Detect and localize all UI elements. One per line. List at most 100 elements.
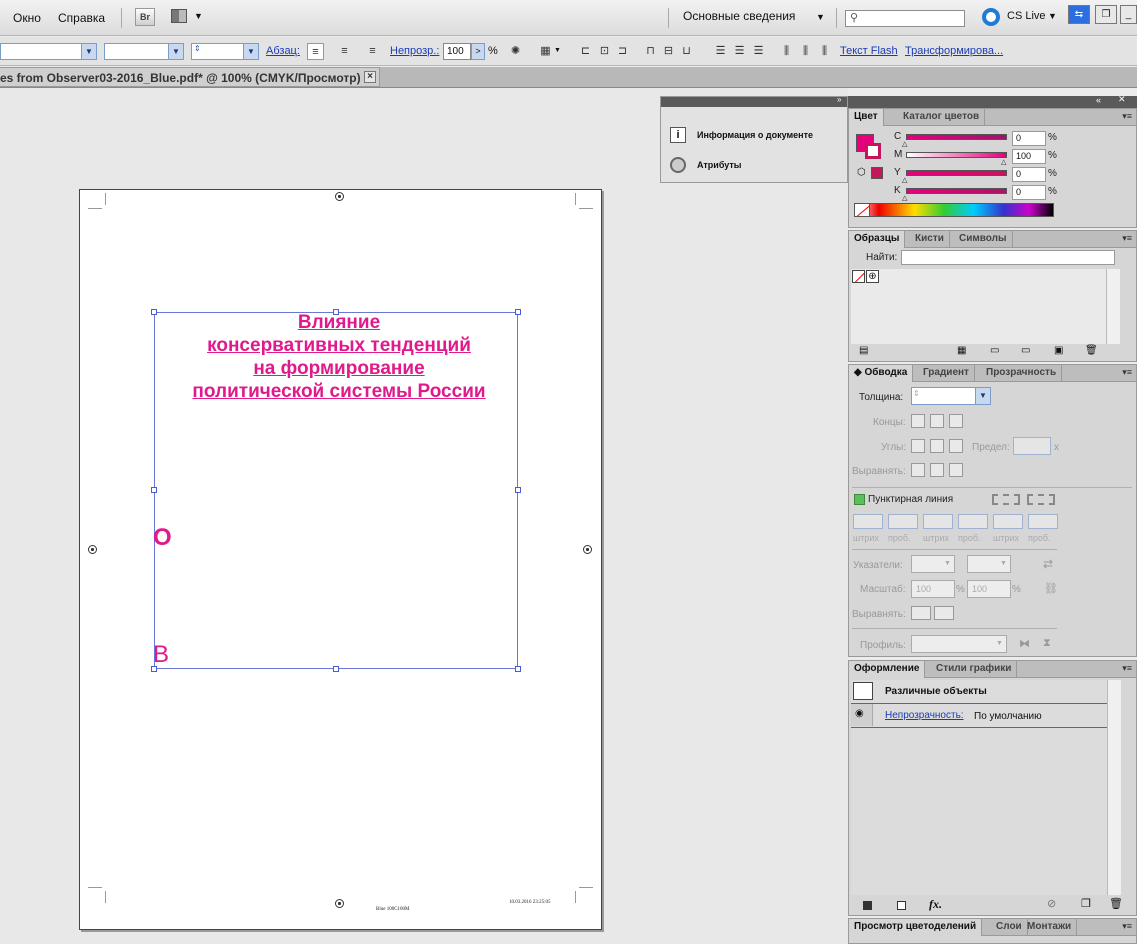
tab-separations-preview[interactable]: Просмотр цветоделений <box>849 919 983 936</box>
docinfo-item[interactable]: Информация о документе <box>697 130 813 140</box>
chevron-down-icon[interactable]: ▼ <box>1048 11 1057 21</box>
align-bottom-objects-icon[interactable]: ⊔ <box>678 43 695 60</box>
dash-input[interactable] <box>923 514 953 529</box>
appearance-scrollbar[interactable] <box>1107 680 1121 895</box>
collapse-icon[interactable]: » <box>837 95 841 104</box>
distribute-bottom-icon[interactable]: ☰ <box>750 43 767 60</box>
out-of-gamut-icon[interactable]: ⬡ <box>857 167 866 178</box>
align-inside-stroke-icon[interactable] <box>930 463 944 477</box>
end-scale-input[interactable]: 100 <box>967 580 1011 598</box>
arrow-end-icon[interactable] <box>934 606 954 620</box>
visibility-toggle[interactable]: ◉ <box>851 704 873 726</box>
new-swatch-icon[interactable]: ▣ <box>1054 345 1063 356</box>
tab-appearance[interactable]: Оформление <box>849 661 926 678</box>
channel-value-input[interactable]: 0 <box>1012 167 1046 182</box>
websafe-swatch[interactable] <box>871 167 883 179</box>
dashed-line-checkbox[interactable] <box>854 494 865 505</box>
opacity-link[interactable]: Непрозр.: <box>390 45 439 57</box>
butt-cap-icon[interactable] <box>911 414 925 428</box>
align-outside-stroke-icon[interactable] <box>949 463 963 477</box>
close-icon[interactable]: ✕ <box>1118 94 1126 105</box>
delete-item-icon[interactable]: 🗑 <box>1109 897 1123 910</box>
dash-preserve-icon[interactable] <box>992 494 1020 505</box>
panel-menu-icon[interactable]: ▾≡ <box>1122 663 1132 674</box>
chevron-down-icon[interactable]: ▼ <box>816 12 825 22</box>
distribute-hcenter-icon[interactable]: ⫼ <box>797 43 814 60</box>
selection-handle[interactable] <box>151 487 157 493</box>
round-cap-icon[interactable] <box>930 414 944 428</box>
distribute-top-icon[interactable]: ☰ <box>712 43 729 60</box>
link-icon[interactable]: ⛓ <box>1044 582 1058 595</box>
miter-join-icon[interactable] <box>911 439 925 453</box>
slider-thumb-icon[interactable]: △ <box>1001 158 1006 166</box>
tab-stroke[interactable]: ◆ Обводка <box>849 365 914 382</box>
tab-brushes[interactable]: Кисти <box>910 231 950 248</box>
cslive-button[interactable]: CS Live <box>1007 10 1046 22</box>
align-right-objects-icon[interactable]: ⊐ <box>614 43 631 60</box>
panel-menu-icon[interactable]: ▾≡ <box>1122 111 1132 122</box>
close-icon[interactable]: × <box>364 71 376 83</box>
menu-window[interactable]: Окно <box>13 11 41 25</box>
align-hcenter-objects-icon[interactable]: ⊡ <box>596 43 613 60</box>
projecting-cap-icon[interactable] <box>949 414 963 428</box>
tab-color[interactable]: Цвет <box>849 109 884 126</box>
new-color-group-icon[interactable]: ▭ <box>1021 345 1030 356</box>
transform-link[interactable]: Трансформирова... <box>905 45 1003 57</box>
end-arrowhead-select[interactable]: ▼ <box>967 555 1011 573</box>
swap-arrowheads-icon[interactable]: ⇄ <box>1043 557 1053 571</box>
document-tab[interactable]: es from Observer03-2016_Blue.pdf* @ 100%… <box>0 67 380 87</box>
dash-input[interactable] <box>853 514 883 529</box>
opacity-input[interactable]: 100 <box>443 43 471 60</box>
restore-icon[interactable]: ⇆ <box>1068 5 1090 24</box>
none-swatch-icon[interactable] <box>854 203 870 217</box>
tab-artboards[interactable]: Монтажи <box>1022 919 1078 936</box>
selection-handle[interactable] <box>333 666 339 672</box>
profile-select[interactable]: ▼ <box>911 635 1007 653</box>
channel-slider[interactable] <box>906 188 1007 194</box>
chevron-down-icon[interactable]: ▼ <box>554 47 561 54</box>
opacity-link[interactable]: Непрозрачность: <box>885 710 964 721</box>
window-mode-icon[interactable]: ❐ <box>1095 5 1117 24</box>
arrow-tip-icon[interactable] <box>911 606 931 620</box>
swatch-options-icon[interactable]: ▭ <box>990 345 999 356</box>
tab-graphic-styles[interactable]: Стили графики <box>931 661 1018 678</box>
start-scale-input[interactable]: 100 <box>911 580 955 598</box>
arrange-documents-icon[interactable] <box>171 9 187 23</box>
initial-letter-o[interactable]: О <box>153 524 172 552</box>
paragraph-link[interactable]: Абзац: <box>266 45 300 57</box>
bridge-button[interactable]: Br <box>135 8 155 26</box>
align-center-stroke-icon[interactable] <box>911 463 925 477</box>
font-style-select[interactable]: ▼ <box>104 43 184 60</box>
tab-gradient[interactable]: Градиент <box>918 365 975 382</box>
chevron-right-icon[interactable]: > <box>471 43 485 60</box>
bevel-join-icon[interactable] <box>949 439 963 453</box>
channel-value-input[interactable]: 100 <box>1012 149 1046 164</box>
clear-appearance-icon[interactable]: ⊘ <box>1047 897 1056 910</box>
transform-grid-icon[interactable]: ▦ <box>537 43 554 60</box>
panel-menu-icon[interactable]: ▾≡ <box>1122 367 1132 378</box>
distribute-right-icon[interactable]: ⫼ <box>816 43 833 60</box>
selection-handle[interactable] <box>515 487 521 493</box>
recolor-icon[interactable]: ✺ <box>507 43 524 60</box>
chevron-down-icon[interactable]: ▼ <box>194 11 203 21</box>
flash-text-link[interactable]: Текст Flash <box>840 45 898 57</box>
swatch-find-input[interactable] <box>901 250 1115 265</box>
align-left-objects-icon[interactable]: ⊏ <box>577 43 594 60</box>
slider-thumb-icon[interactable]: △ <box>902 194 907 202</box>
channel-value-input[interactable]: 0 <box>1012 185 1046 200</box>
fx-button[interactable]: fx. <box>929 897 942 912</box>
add-stroke-icon[interactable] <box>863 901 872 910</box>
collapse-icon[interactable]: « <box>1096 95 1101 105</box>
gap-input[interactable] <box>958 514 988 529</box>
minimize-icon[interactable]: _ <box>1120 5 1137 24</box>
start-arrowhead-select[interactable]: ▼ <box>911 555 955 573</box>
panel-menu-icon[interactable]: ▾≡ <box>1122 921 1132 932</box>
align-center-icon[interactable]: ≡ <box>336 43 353 60</box>
channel-value-input[interactable]: 0 <box>1012 131 1046 146</box>
registration-swatch-icon[interactable]: ⊕ <box>866 270 879 283</box>
delete-swatch-icon[interactable]: 🗑 <box>1085 345 1098 356</box>
add-fill-icon[interactable] <box>897 901 906 910</box>
tab-swatches[interactable]: Образцы <box>849 231 906 248</box>
workspace-switcher[interactable]: Основные сведения <box>683 9 795 23</box>
dash-align-corners-icon[interactable] <box>1027 494 1055 505</box>
